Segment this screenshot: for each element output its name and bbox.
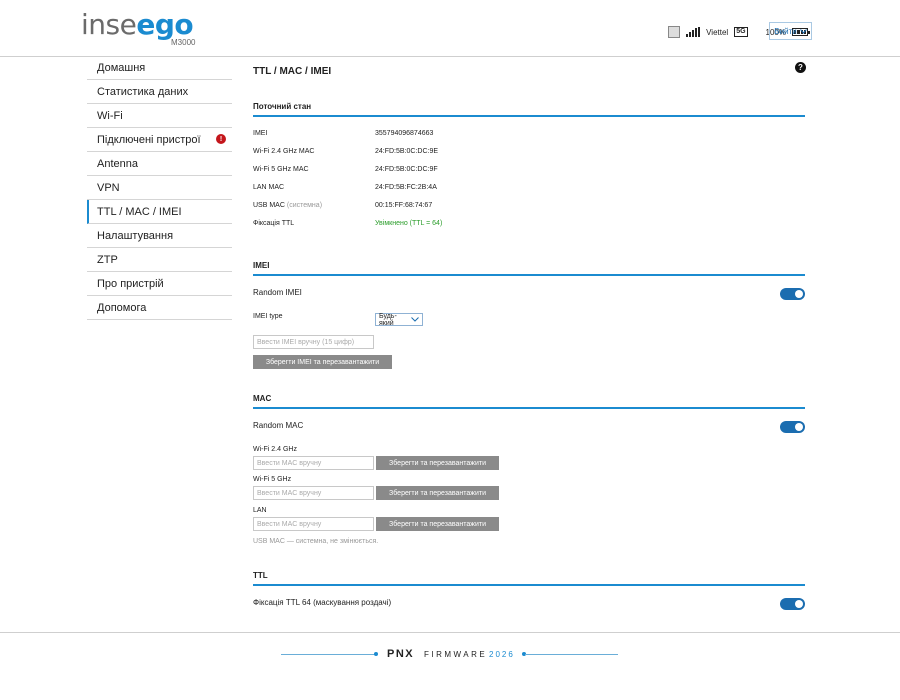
section-heading-status: Поточний стан xyxy=(253,102,805,117)
save-mac-wifi24-button[interactable]: Зберегти та перезавантажити xyxy=(376,456,499,470)
footer-dot-left xyxy=(374,652,378,656)
save-mac-lan-button[interactable]: Зберегти та перезавантажити xyxy=(376,517,499,531)
mac-field-label-wifi5: Wi-Fi 5 GHz xyxy=(253,476,292,483)
section-heading-imei: IMEI xyxy=(253,261,805,276)
sidebar-item-vpn[interactable]: VPN xyxy=(87,176,232,200)
random-imei-label: Random IMEI xyxy=(253,288,302,297)
chevron-down-icon xyxy=(411,315,419,324)
footer-rule-left xyxy=(281,654,377,655)
help-icon[interactable]: ? xyxy=(795,62,806,73)
random-mac-label: Random MAC xyxy=(253,421,304,430)
mac-input-wifi24[interactable]: Ввести MAC вручну xyxy=(253,456,374,470)
footer-rule-right xyxy=(525,654,618,655)
sidebar-item-ztp[interactable]: ZTP xyxy=(87,248,232,272)
carrier-name: Viettel xyxy=(706,27,729,37)
sidebar-item-ttl-mac-imei[interactable]: TTL / MAC / IMEI xyxy=(87,200,232,224)
section-heading-mac: MAC xyxy=(253,394,805,409)
footer-brand-name: PNX xyxy=(387,648,415,660)
sidebar-item-wifi[interactable]: Wi-Fi xyxy=(87,104,232,128)
footer-divider xyxy=(0,632,900,633)
random-mac-toggle[interactable] xyxy=(780,421,805,433)
sidebar-nav: Домашня Статистика даних Wi-Fi Підключен… xyxy=(87,56,232,320)
network-type-badge: 5G xyxy=(734,27,748,37)
mac-field-label-wifi24: Wi-Fi 2.4 GHz xyxy=(253,446,297,453)
sidebar-item-settings[interactable]: Налаштування xyxy=(87,224,232,248)
save-mac-wifi5-button[interactable]: Зберегти та перезавантажити xyxy=(376,486,499,500)
footer-brand: PNX FIRMWARE 2026 xyxy=(281,648,618,662)
usb-mac-note: USB MAC — системна, не змінюється. xyxy=(253,538,379,545)
footer-firmware-label: FIRMWARE xyxy=(424,650,488,659)
save-imei-button[interactable]: Зберегти IMEI та перезавантажити xyxy=(253,355,392,369)
logout-button[interactable]: Вийти xyxy=(769,22,812,40)
mac-input-wifi5[interactable]: Ввести MAC вручну xyxy=(253,486,374,500)
page-title: TTL / MAC / IMEI xyxy=(253,66,332,77)
ttl-fix-label: Фіксація TTL 64 (маскування роздачі) xyxy=(253,598,392,607)
ttl-fix-toggle[interactable] xyxy=(780,598,805,610)
device-model: M3000 xyxy=(171,38,196,47)
sim-card-icon xyxy=(668,26,681,38)
inseego-logo: inseego xyxy=(81,8,194,41)
imei-type-select[interactable]: Будь-який xyxy=(375,313,423,327)
chevron-down-icon xyxy=(799,27,807,36)
random-imei-toggle[interactable] xyxy=(780,288,805,300)
imei-type-label: IMEI type xyxy=(253,313,283,320)
sidebar-item-data-usage[interactable]: Статистика даних xyxy=(87,80,232,104)
sidebar-item-home[interactable]: Домашня xyxy=(87,56,232,80)
sidebar-item-about[interactable]: Про пристрій xyxy=(87,272,232,296)
alert-badge: ! xyxy=(216,134,226,144)
footer-year: 2026 xyxy=(489,650,515,659)
sidebar-item-connected-devices[interactable]: Підключені пристрої! xyxy=(87,128,232,152)
section-heading-ttl: TTL xyxy=(253,571,805,586)
imei-input[interactable]: Ввести IMEI вручну (15 цифр) xyxy=(253,335,374,349)
top-header: inseego M3000 Viettel 5G 100% Вийти xyxy=(0,0,900,57)
signal-strength-icon xyxy=(686,27,701,37)
mac-input-lan[interactable]: Ввести MAC вручну xyxy=(253,517,374,531)
sidebar-item-help[interactable]: Допомога xyxy=(87,296,232,320)
mac-field-label-lan: LAN xyxy=(253,507,267,514)
ttl-status-value: Увімкнено (TTL = 64) xyxy=(375,220,443,227)
sidebar-item-antenna[interactable]: Antenna xyxy=(87,152,232,176)
